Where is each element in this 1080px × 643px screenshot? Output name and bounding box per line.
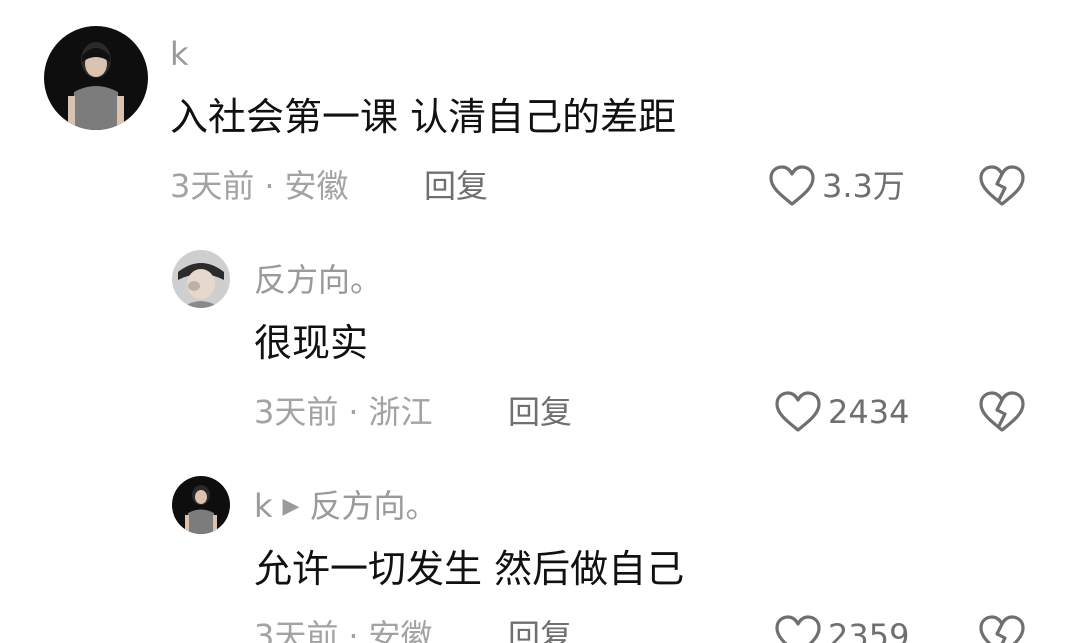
like-button[interactable]: 3.3万 <box>768 164 905 208</box>
like-count: 3.3万 <box>822 167 905 205</box>
meta-separator: · <box>348 393 359 431</box>
comment-location: 浙江 <box>368 393 433 431</box>
heart-outline-icon <box>774 390 822 434</box>
heart-outline-icon <box>768 164 816 208</box>
comment-text: 很现实 <box>254 321 369 365</box>
like-button[interactable]: 2359 <box>774 614 909 643</box>
avatar[interactable] <box>172 250 230 308</box>
broken-heart-icon <box>978 390 1026 434</box>
comment-location: 安徽 <box>284 167 349 205</box>
comment-username[interactable]: 反方向。 <box>254 260 382 300</box>
comment-meta: 3天前 · 安徽 <box>170 166 349 206</box>
reply-to-arrow-icon: ▶ <box>282 494 300 519</box>
meta-separator: · <box>348 617 359 643</box>
comment-username[interactable]: k <box>254 487 273 525</box>
reply-button[interactable]: 回复 <box>508 616 572 643</box>
reply-button[interactable]: 回复 <box>424 166 488 206</box>
like-count: 2434 <box>828 393 910 431</box>
meta-separator: · <box>264 167 275 205</box>
broken-heart-icon <box>978 164 1026 208</box>
like-count: 2359 <box>828 617 910 643</box>
comment-meta: 3天前 · 安徽 <box>254 616 433 643</box>
comment-time: 3天前 <box>254 393 339 431</box>
comment-location: 安徽 <box>368 617 433 643</box>
comment-username[interactable]: k <box>170 34 189 74</box>
avatar[interactable] <box>44 26 148 130</box>
dislike-button[interactable] <box>978 390 1026 434</box>
avatar[interactable] <box>172 476 230 534</box>
comment-username-line: k ▶ 反方向。 <box>254 486 437 527</box>
comment-text: 允许一切发生 然后做自己 <box>254 547 685 591</box>
reply-button[interactable]: 回复 <box>508 392 572 432</box>
dislike-button[interactable] <box>978 164 1026 208</box>
reply-to-username[interactable]: 反方向。 <box>309 487 437 525</box>
comment-time: 3天前 <box>170 167 255 205</box>
broken-heart-icon <box>978 614 1026 643</box>
comment-time: 3天前 <box>254 617 339 643</box>
dislike-button[interactable] <box>978 614 1026 643</box>
heart-outline-icon <box>774 614 822 643</box>
like-button[interactable]: 2434 <box>774 390 909 434</box>
comment-meta: 3天前 · 浙江 <box>254 392 433 432</box>
comment-text: 入社会第一课 认清自己的差距 <box>170 95 677 139</box>
